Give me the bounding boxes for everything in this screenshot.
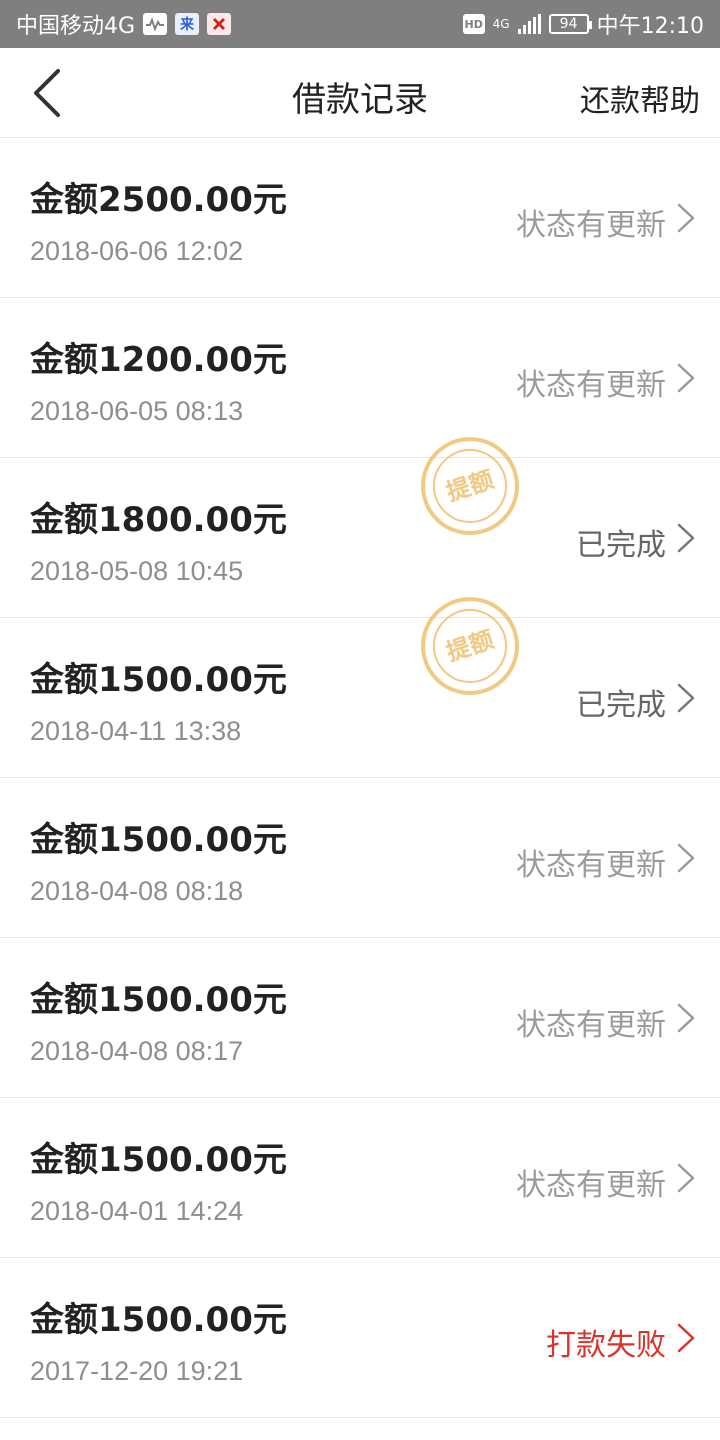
clock: 中午12:10 — [596, 14, 704, 39]
chevron-right-icon — [677, 843, 695, 873]
loan-status: 已完成 — [576, 688, 666, 723]
loan-record-row[interactable]: 金额1200.00元 2018-06-05 08:13 状态有更新 — [0, 298, 720, 458]
loan-amount: 金额1500.00元 — [30, 660, 287, 700]
stamp-label: 提额 — [443, 625, 497, 666]
status-bar: 中国移动4G 来 HD 4G 94 中午12:10 — [0, 0, 720, 48]
loan-time: 2018-04-01 14:24 — [30, 1196, 244, 1226]
chevron-right-icon — [677, 203, 695, 233]
loan-amount: 金额1200.00元 — [30, 340, 287, 380]
loan-record-row[interactable]: 金额1500.00元 2017-12-20 19:21 打款失败 — [0, 1258, 720, 1418]
loan-time: 2018-06-06 12:02 — [30, 236, 244, 266]
status-bar-left: 中国移动4G 来 — [16, 8, 232, 40]
chevron-right-icon — [677, 523, 695, 553]
loan-record-list: 金额2500.00元 2018-06-06 12:02 状态有更新 金额1200… — [0, 138, 720, 1418]
loan-status: 状态有更新 — [516, 848, 666, 883]
battery-icon: 94 — [548, 14, 592, 34]
loan-record-row[interactable]: 金额1500.00元 2018-04-01 14:24 状态有更新 — [0, 1098, 720, 1258]
chevron-right-icon — [677, 1163, 695, 1193]
loan-status: 打款失败 — [546, 1328, 666, 1363]
carrier-label: 中国移动4G — [16, 14, 136, 39]
loan-time: 2018-04-11 13:38 — [30, 716, 242, 746]
repayment-help-link[interactable]: 还款帮助 — [580, 76, 700, 120]
battery-level: 94 — [559, 16, 578, 32]
loan-status: 状态有更新 — [516, 1168, 666, 1203]
loan-time: 2017-12-20 19:21 — [30, 1356, 244, 1386]
signal-icon — [517, 14, 541, 34]
stamp-label: 提额 — [443, 465, 497, 506]
pulse-icon — [143, 13, 168, 35]
loan-status: 状态有更新 — [516, 208, 666, 243]
loan-status: 状态有更新 — [516, 368, 666, 403]
app-notification-icon-2 — [207, 13, 232, 35]
loan-time: 2018-04-08 08:18 — [30, 876, 244, 906]
loan-record-row[interactable]: 金额1800.00元 2018-05-08 10:45 已完成 提额 — [0, 437, 720, 618]
loan-status: 状态有更新 — [516, 1008, 666, 1043]
status-bar-right: HD 4G 94 中午12:10 — [462, 8, 704, 40]
chevron-right-icon — [677, 683, 695, 713]
chevron-right-icon — [677, 1323, 695, 1353]
loan-amount: 金额2500.00元 — [30, 180, 287, 220]
loan-amount: 金额1500.00元 — [30, 820, 287, 860]
loan-status: 已完成 — [576, 528, 666, 563]
nav-bar: 借款记录 还款帮助 — [0, 48, 720, 138]
loan-record-row[interactable]: 金额1500.00元 2018-04-08 08:17 状态有更新 — [0, 938, 720, 1098]
loan-record-row[interactable]: 金额1500.00元 2018-04-11 13:38 已完成 提额 — [0, 597, 720, 778]
loan-time: 2018-04-08 08:17 — [30, 1036, 244, 1066]
loan-record-row[interactable]: 金额1500.00元 2018-04-08 08:18 状态有更新 — [0, 778, 720, 938]
loan-amount: 金额1800.00元 — [30, 500, 287, 540]
network-type: 4G — [492, 17, 510, 31]
loan-amount: 金额1500.00元 — [30, 980, 287, 1020]
chevron-right-icon — [677, 1003, 695, 1033]
chevron-right-icon — [677, 363, 695, 393]
loan-time: 2018-05-08 10:45 — [30, 556, 244, 586]
loan-amount: 金额1500.00元 — [30, 1300, 287, 1340]
loan-time: 2018-06-05 08:13 — [30, 396, 244, 426]
loan-amount: 金额1500.00元 — [30, 1140, 287, 1180]
app-notification-icon: 来 — [175, 13, 200, 35]
loan-record-row[interactable]: 金额2500.00元 2018-06-06 12:02 状态有更新 — [0, 138, 720, 298]
hd-icon: HD — [462, 14, 485, 34]
